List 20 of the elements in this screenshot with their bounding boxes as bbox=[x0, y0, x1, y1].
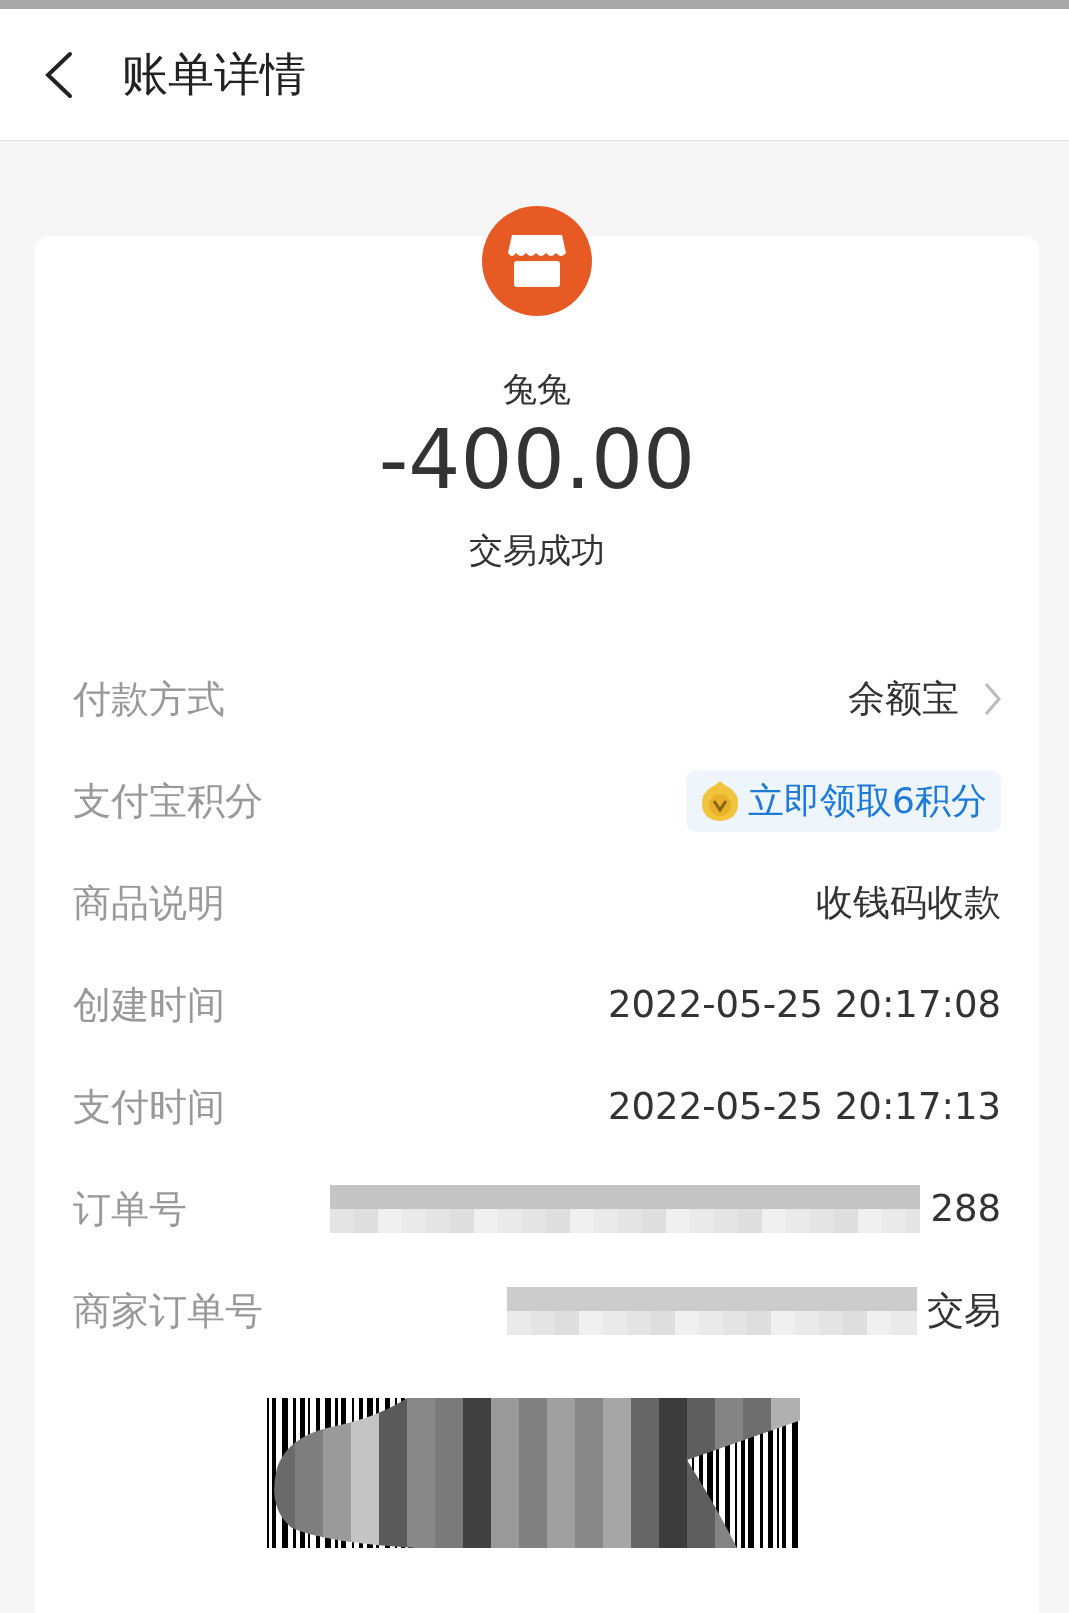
field-label: 付款方式 bbox=[73, 675, 225, 723]
field-value: 2022-05-25 20:17:08 bbox=[608, 982, 1001, 1029]
field-label: 商品说明 bbox=[73, 879, 225, 927]
field-value: 交易 bbox=[927, 1288, 1001, 1335]
field-label: 商家订单号 bbox=[73, 1287, 263, 1335]
field-label: 创建时间 bbox=[73, 981, 225, 1029]
field-label: 支付宝积分 bbox=[73, 777, 263, 825]
field-label: 支付时间 bbox=[73, 1083, 225, 1131]
page-title: 账单详情 bbox=[122, 46, 306, 103]
coin-icon bbox=[700, 780, 741, 823]
field-value: 288 bbox=[930, 1186, 1001, 1233]
merchant-name: 兔兔 bbox=[503, 368, 571, 411]
field-value: 2022-05-25 20:17:13 bbox=[608, 1084, 1001, 1131]
amount: -400.00 bbox=[378, 415, 696, 506]
chevron-icon bbox=[983, 682, 1001, 717]
status-text: 交易成功 bbox=[469, 529, 605, 573]
field-value: 收钱码收款 bbox=[816, 880, 1001, 927]
field-label: 订单号 bbox=[73, 1185, 187, 1233]
claim-points-button[interactable]: 立即领取6积分 bbox=[686, 770, 1001, 833]
payment-method-link[interactable]: 余额宝 bbox=[848, 671, 1001, 727]
